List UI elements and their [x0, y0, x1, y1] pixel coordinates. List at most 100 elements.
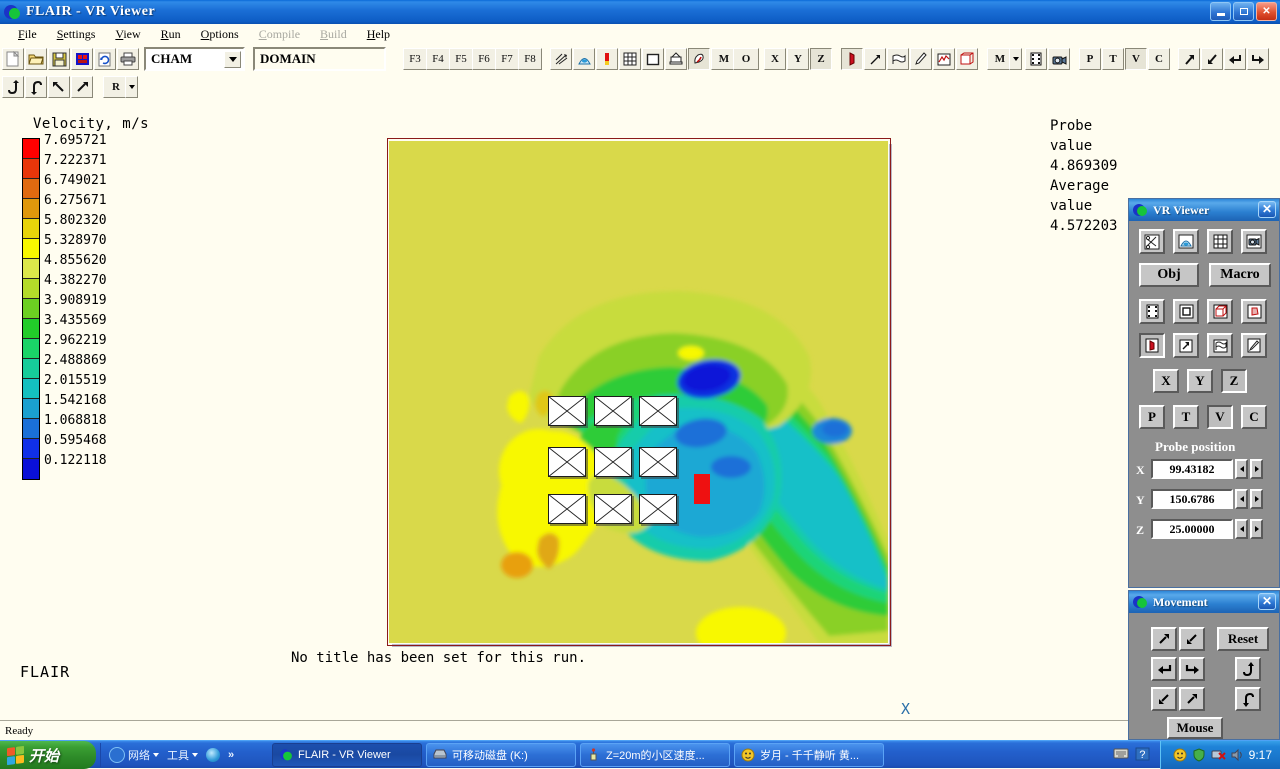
restore-button[interactable]	[1233, 2, 1254, 21]
probe-x-input[interactable]: 99.43182	[1151, 459, 1233, 479]
paint-icon[interactable]	[688, 48, 710, 70]
network-quicklaunch[interactable]: 网络	[109, 747, 159, 763]
streamline-icon[interactable]	[596, 48, 618, 70]
shield-icon[interactable]	[1192, 748, 1206, 762]
ie-quicklaunch-icon[interactable]	[206, 748, 220, 762]
move-down-left2-icon[interactable]	[1151, 687, 1177, 711]
mesh-menu-chevron-icon[interactable]	[1009, 48, 1022, 70]
arrow-up-right-icon[interactable]	[864, 48, 886, 70]
print-icon[interactable]	[117, 48, 139, 70]
taskbar-item-removable-disk[interactable]: 可移动磁盘 (K:)	[426, 743, 576, 767]
panel-axis-z-button[interactable]: Z	[1221, 369, 1247, 393]
domain-field[interactable]: DOMAIN	[253, 47, 386, 71]
object-o-button[interactable]: O	[733, 48, 759, 70]
axis-y-button[interactable]: Y	[787, 48, 809, 70]
f3-button[interactable]: F3	[403, 48, 427, 70]
new-icon[interactable]	[2, 48, 24, 70]
building-block[interactable]	[639, 447, 677, 477]
f4-button[interactable]: F4	[426, 48, 450, 70]
graph-icon[interactable]	[933, 48, 955, 70]
start-button[interactable]: 开始	[0, 741, 96, 769]
menu-file[interactable]: FFileile	[8, 26, 47, 43]
move-left-icon[interactable]	[1151, 657, 1177, 681]
move-down-left-icon[interactable]	[1179, 627, 1205, 651]
building-block[interactable]	[548, 447, 586, 477]
panel-plot-t-button[interactable]: T	[1173, 405, 1199, 429]
menu-help[interactable]: Help	[357, 26, 400, 43]
taskbar-item-flair[interactable]: FLAIR - VR Viewer	[272, 743, 422, 767]
grid-panel-icon[interactable]	[1207, 229, 1233, 254]
probe-x-increment[interactable]	[1250, 459, 1263, 479]
move-up-right-icon[interactable]	[1151, 627, 1177, 651]
building-block[interactable]	[548, 396, 586, 426]
probe-y-input[interactable]: 150.6786	[1151, 489, 1233, 509]
smiley-icon[interactable]	[1173, 748, 1187, 762]
vr-viewer-titlebar[interactable]: VR Viewer ✕	[1129, 199, 1279, 221]
minimize-button[interactable]	[1210, 2, 1231, 21]
probe-x-decrement[interactable]	[1235, 459, 1248, 479]
probe-pen-icon[interactable]	[910, 48, 932, 70]
cube-icon[interactable]	[956, 48, 978, 70]
scissors-icon[interactable]	[1139, 229, 1165, 254]
axis-z-button[interactable]: Z	[810, 48, 832, 70]
rotate-right-icon[interactable]	[71, 76, 93, 98]
filmstrip-panel-icon[interactable]	[1139, 299, 1165, 324]
f7-button[interactable]: F7	[495, 48, 519, 70]
building-block[interactable]	[639, 396, 677, 426]
axis-x-button[interactable]: X	[764, 48, 786, 70]
panel-axis-x-button[interactable]: X	[1153, 369, 1179, 393]
f8-button[interactable]: F8	[518, 48, 542, 70]
vector-toggle-icon[interactable]	[550, 48, 572, 70]
arrow-return-left-icon[interactable]	[1224, 48, 1246, 70]
macro-button[interactable]: Macro	[1209, 263, 1271, 287]
close-button[interactable]: ✕	[1256, 2, 1277, 21]
probe-y-increment[interactable]	[1250, 489, 1263, 509]
panel-plot-p-button[interactable]: P	[1139, 405, 1165, 429]
mouse-button[interactable]: Mouse	[1167, 717, 1223, 739]
rotate-up-icon[interactable]	[2, 76, 24, 98]
refresh-icon[interactable]	[94, 48, 116, 70]
iso-surface-icon[interactable]	[665, 48, 687, 70]
building-block[interactable]	[639, 494, 677, 524]
rotate-mode-chevron-icon[interactable]	[125, 76, 138, 98]
menu-settings[interactable]: Settings	[47, 26, 106, 43]
plot-v-button[interactable]: V	[1125, 48, 1147, 70]
building-block[interactable]	[548, 494, 586, 524]
cube-solid-icon[interactable]	[1241, 299, 1267, 324]
red-blob-icon[interactable]	[1139, 333, 1165, 358]
pen-panel-icon[interactable]	[1241, 333, 1267, 358]
taskbar-item-velocity-image[interactable]: Z=20m的小区速度...	[580, 743, 730, 767]
open-folder-icon[interactable]	[25, 48, 47, 70]
network-off-icon[interactable]	[1211, 748, 1226, 762]
red-object-icon[interactable]	[841, 48, 863, 70]
grid-icon[interactable]	[619, 48, 641, 70]
camera-panel-icon[interactable]	[1241, 229, 1267, 254]
quicklaunch-overflow-chevron-icon[interactable]: »	[228, 749, 234, 761]
building-block[interactable]	[594, 447, 632, 477]
probe-marker[interactable]	[694, 474, 710, 504]
arrow-panel-icon[interactable]	[1173, 333, 1199, 358]
plot-t-button[interactable]: T	[1102, 48, 1124, 70]
outline-icon[interactable]	[642, 48, 664, 70]
camera-icon[interactable]	[1048, 48, 1070, 70]
movement-titlebar[interactable]: Movement ✕	[1129, 591, 1279, 613]
rotate-down-icon[interactable]	[25, 76, 47, 98]
chevron-down-icon[interactable]	[224, 51, 241, 68]
probe-z-increment[interactable]	[1250, 519, 1263, 539]
movement-close-button[interactable]: ✕	[1258, 593, 1276, 610]
menu-view[interactable]: View	[105, 26, 150, 43]
flag-panel-icon[interactable]	[1207, 333, 1233, 358]
menu-options[interactable]: Options	[191, 26, 249, 43]
rotate-cw-icon[interactable]	[1235, 687, 1261, 711]
building-block[interactable]	[594, 494, 632, 524]
taskbar-item-music-player[interactable]: 岁月 - 千千静听 黄...	[734, 743, 884, 767]
rotate-left-icon[interactable]	[48, 76, 70, 98]
help-icon[interactable]: ?	[1135, 747, 1150, 762]
contour-icon[interactable]	[573, 48, 595, 70]
probe-z-decrement[interactable]	[1235, 519, 1248, 539]
probe-z-input[interactable]: 25.00000	[1151, 519, 1233, 539]
plot-p-button[interactable]: P	[1079, 48, 1101, 70]
keyboard-icon[interactable]	[1113, 747, 1129, 761]
move-right-icon[interactable]	[1179, 657, 1205, 681]
vr-viewer-close-button[interactable]: ✕	[1258, 201, 1276, 218]
